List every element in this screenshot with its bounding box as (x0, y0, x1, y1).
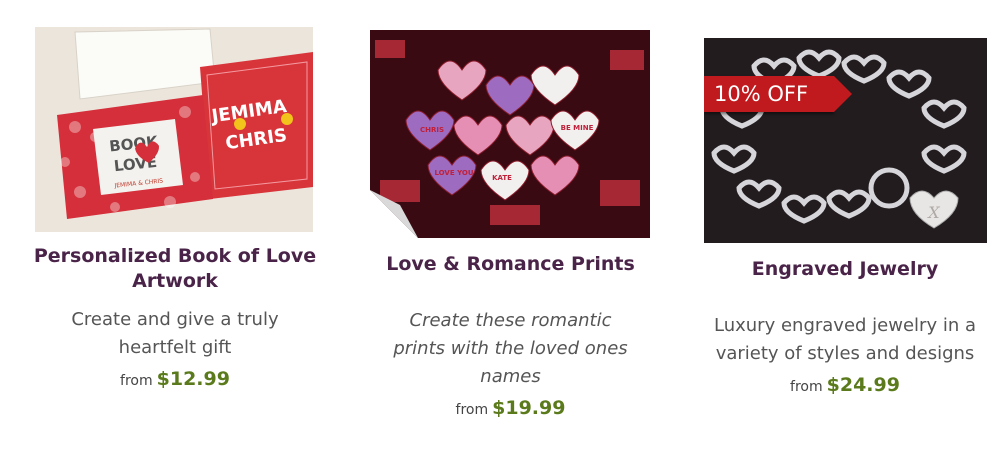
product-title[interactable]: Engraved Jewelry (700, 257, 990, 282)
heart-text-4: BE MINE (561, 124, 594, 132)
product-image-love-prints[interactable]: LOVE YOU KATE CHRIS BE MINE (370, 30, 650, 238)
price-line: from $19.99 (368, 397, 653, 419)
product-price: $12.99 (156, 368, 230, 390)
bracelet-illustration: X (704, 38, 987, 243)
product-image-book-of-love[interactable]: JEMIMA CHRIS BOOK LOVE JEMIMA & CHRIS (35, 27, 313, 232)
product-card-engraved-jewelry[interactable]: X 10% OFF Engraved Jewelry Luxury engrav… (700, 38, 990, 396)
product-card-book-of-love[interactable]: JEMIMA CHRIS BOOK LOVE JEMIMA & CHRIS Pe… (30, 27, 320, 390)
product-image-engraved-jewelry[interactable]: X 10% OFF (704, 38, 987, 243)
engraving-text: X (926, 203, 940, 222)
product-price: $24.99 (826, 374, 900, 396)
product-price: $19.99 (492, 397, 566, 419)
discount-badge: 10% OFF (704, 76, 852, 112)
heart-text-3: CHRIS (420, 126, 444, 134)
heart-text-2: KATE (492, 174, 512, 182)
price-prefix: from (120, 373, 153, 389)
price-prefix: from (790, 379, 823, 395)
candy-hearts-illustration: LOVE YOU KATE CHRIS BE MINE (370, 30, 650, 238)
price-line: from $12.99 (30, 368, 320, 390)
price-prefix: from (455, 402, 489, 418)
price-line: from $24.99 (700, 374, 990, 396)
product-card-love-prints[interactable]: LOVE YOU KATE CHRIS BE MINE Love & Roman… (368, 30, 653, 419)
product-description: Luxury engraved jewelry in a variety of … (714, 315, 976, 364)
heart-text-1: LOVE YOU (434, 169, 473, 177)
product-description: Create these romantic prints with the lo… (393, 310, 628, 387)
book-illustration: JEMIMA CHRIS BOOK LOVE JEMIMA & CHRIS (35, 27, 313, 232)
product-title[interactable]: Personalized Book of Love Artwork (30, 244, 320, 294)
product-description: Create and give a truly heartfelt gift (71, 309, 279, 358)
product-title[interactable]: Love & Romance Prints (368, 252, 653, 277)
